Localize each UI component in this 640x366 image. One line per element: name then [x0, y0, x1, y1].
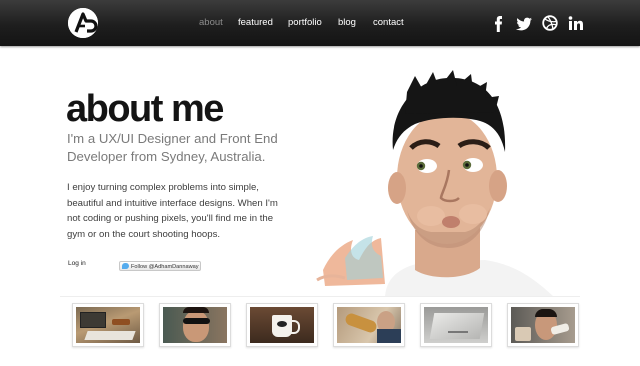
nav-featured[interactable]: featured [238, 17, 273, 28]
macbook-photo [424, 307, 488, 343]
twitter-bird-icon [122, 263, 129, 269]
twitter-icon[interactable] [515, 13, 533, 33]
coffee-mug-photo [250, 307, 314, 343]
top-navigation-bar: about featured portfolio blog contact [0, 0, 640, 46]
portrait-photo [315, 70, 580, 296]
follow-label: Follow @AdhamDannaway [131, 264, 199, 270]
thumbnail-macbook[interactable] [420, 303, 492, 347]
hero-subtitle: I'm a UX/UI Designer and Front End Devel… [67, 131, 278, 164]
guitar-photo [337, 307, 401, 343]
eating-photo [511, 307, 575, 343]
divider [60, 296, 580, 297]
dribbble-icon[interactable] [541, 13, 559, 33]
thumbnail-guitar[interactable] [333, 303, 405, 347]
hero-body-text: I enjoy turning complex problems into si… [67, 182, 278, 240]
facebook-icon[interactable] [491, 13, 505, 33]
login-link[interactable]: Log in [68, 260, 86, 267]
nav-contact[interactable]: contact [373, 17, 404, 28]
thumbnail-sunglasses[interactable] [159, 303, 231, 347]
nav-portfolio[interactable]: portfolio [288, 17, 322, 28]
linkedin-icon[interactable] [568, 13, 584, 33]
page-title: about me [66, 88, 224, 130]
nav-about[interactable]: about [199, 17, 223, 28]
thumbnail-eating[interactable] [507, 303, 579, 347]
thumbnail-desk[interactable] [72, 303, 144, 347]
nav-blog[interactable]: blog [338, 17, 356, 28]
twitter-follow-button[interactable]: Follow @AdhamDannaway [119, 261, 201, 271]
desk-keyboard-photo [76, 307, 140, 343]
sunglasses-photo [163, 307, 227, 343]
thumbnail-mug[interactable] [246, 303, 318, 347]
